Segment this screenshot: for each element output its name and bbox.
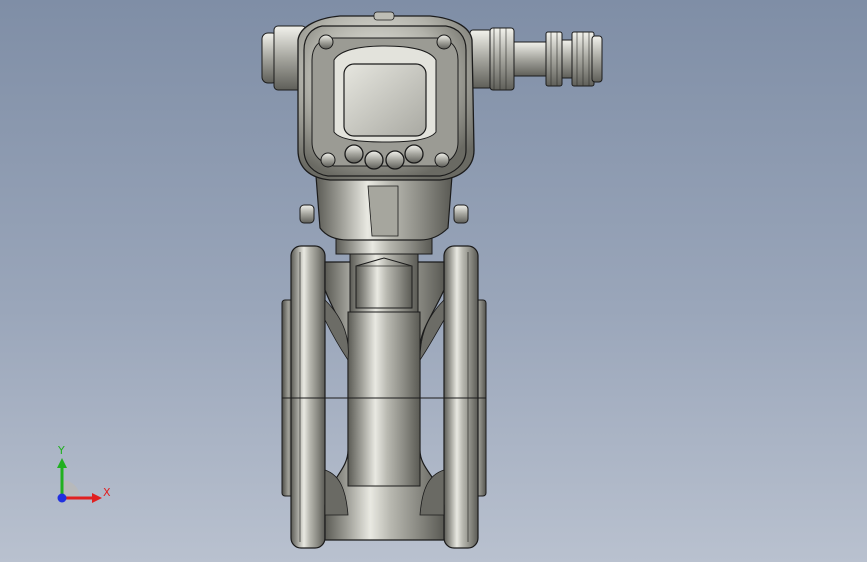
transmitter-housing-base[interactable] (299, 175, 469, 241)
y-axis-arrow (57, 458, 67, 468)
y-axis-label: Y (57, 444, 65, 457)
z-axis (57, 493, 67, 503)
cover-screw-tr (436, 34, 452, 50)
keypad-button-3[interactable] (385, 150, 405, 170)
keypad-button-2[interactable] (364, 150, 384, 170)
neck-boss[interactable] (335, 235, 433, 313)
keypad-button-4[interactable] (404, 144, 424, 164)
cover-screw-tl (318, 34, 334, 50)
display-screen (343, 63, 427, 137)
cable-gland-right[interactable] (489, 27, 603, 91)
x-axis-label: X (103, 486, 111, 499)
cover-screw-br (434, 152, 450, 168)
graphics-viewport[interactable]: Y X (0, 0, 867, 562)
right-flange[interactable] (443, 245, 487, 549)
keypad-button-1[interactable] (344, 144, 364, 164)
reference-triad: Y X (57, 444, 111, 503)
x-axis-arrow (92, 493, 102, 503)
cover-screw-bl (320, 152, 336, 168)
transmitter-head[interactable] (261, 11, 603, 181)
flowmeter-model[interactable] (0, 0, 867, 562)
left-flange[interactable] (281, 245, 326, 549)
